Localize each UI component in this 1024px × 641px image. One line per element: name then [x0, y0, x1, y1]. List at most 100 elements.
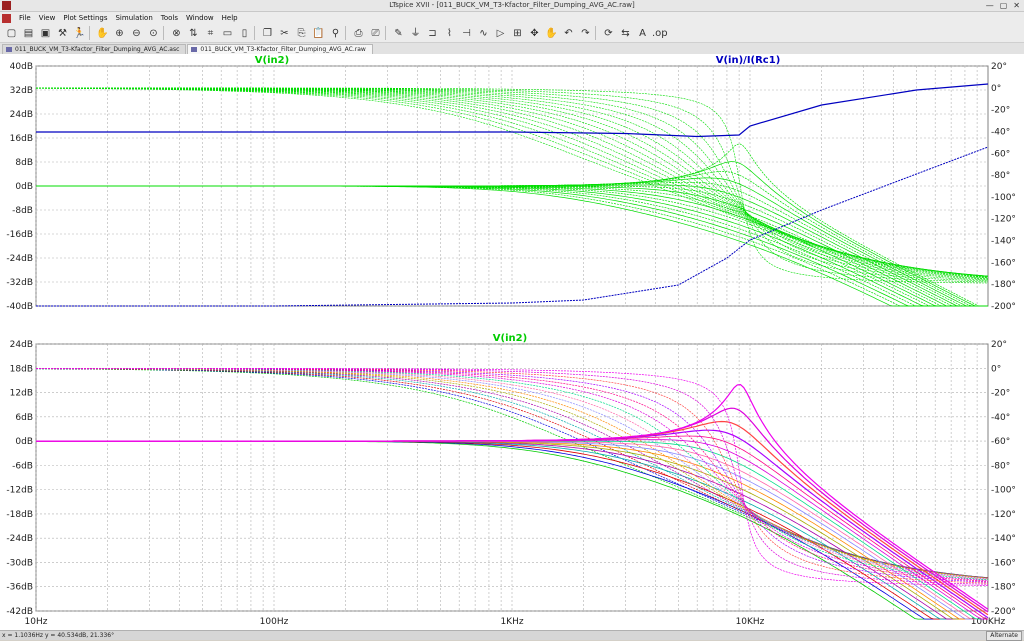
move-icon[interactable]: ✥	[527, 26, 542, 41]
y-tick-label: 24dB	[10, 340, 33, 350]
y2-tick-label: -40°	[991, 127, 1010, 137]
y-tick-label: -32dB	[6, 278, 33, 288]
y2-tick-label: -140°	[991, 237, 1016, 247]
y-tick-label: -30dB	[6, 558, 33, 568]
toolbar-separator	[254, 26, 258, 40]
tile-vertical-icon[interactable]: ▯	[237, 26, 252, 41]
y-tick-label: -42dB	[6, 607, 33, 617]
x-tick-label: 1KHz	[500, 617, 523, 627]
y-tick-label: 24dB	[10, 110, 33, 120]
resistor-icon[interactable]: ⌇	[442, 26, 457, 41]
cursor-readout: x = 1.1036Hz y = 40.534dB, 21.336°	[2, 632, 115, 639]
status-bar: x = 1.1036Hz y = 40.534dB, 21.336° Alter…	[0, 630, 1024, 641]
y-tick-label: 6dB	[15, 413, 33, 423]
component-icon[interactable]: ⊞	[510, 26, 525, 41]
tab-waveform[interactable]: 011_BUCK_VM_T3-Kfactor_Filter_Dumping_AV…	[187, 44, 373, 54]
text-icon[interactable]: A	[635, 26, 650, 41]
menu-plot-settings[interactable]: Plot Settings	[63, 14, 107, 22]
y2-tick-label: -60°	[991, 149, 1010, 159]
save-icon[interactable]: ▣	[38, 26, 53, 41]
print-icon[interactable]: ⎙	[351, 26, 366, 41]
y-tick-label: 0dB	[15, 182, 33, 192]
menu-file[interactable]: File	[19, 14, 31, 22]
x-tick-label: 10Hz	[25, 617, 48, 627]
y-tick-label: -12dB	[6, 486, 33, 496]
autorange-icon[interactable]: ⇅	[186, 26, 201, 41]
y2-tick-label: -80°	[991, 461, 1010, 471]
y2-tick-label: -180°	[991, 583, 1016, 593]
tab-schematic[interactable]: 011_BUCK_VM_T3-Kfactor_Filter_Dumping_AV…	[2, 44, 187, 54]
find-icon[interactable]: ⚲	[328, 26, 343, 41]
y2-tick-label: -140°	[991, 534, 1016, 544]
zoom-cancel-icon[interactable]: ⊗	[169, 26, 184, 41]
y2-tick-label: -20°	[991, 389, 1010, 399]
copy-icon[interactable]: ⎘	[294, 26, 309, 41]
zoom-in-icon[interactable]: ⊕	[112, 26, 127, 41]
y2-tick-label: 0°	[991, 84, 1001, 94]
y-tick-label: 18dB	[10, 364, 33, 374]
window-title: LTspice XVII - [011_BUCK_VM_T3-Kfactor_F…	[389, 1, 635, 9]
y2-tick-label: -20°	[991, 106, 1010, 116]
y2-tick-label: -160°	[991, 558, 1016, 568]
title-bar: LTspice XVII - [011_BUCK_VM_T3-Kfactor_F…	[0, 0, 1024, 12]
y-tick-label: -16dB	[6, 230, 33, 240]
close-button[interactable]: ✕	[1013, 0, 1020, 12]
menu-view[interactable]: View	[39, 14, 56, 22]
menu-tools[interactable]: Tools	[161, 14, 178, 22]
tile-horizontal-icon[interactable]: ▭	[220, 26, 235, 41]
y2-tick-label: -120°	[991, 215, 1016, 225]
halt-icon[interactable]: ✋	[95, 26, 110, 41]
tab-strip: 011_BUCK_VM_T3-Kfactor_Filter_Dumping_AV…	[0, 43, 1024, 54]
capacitor-icon[interactable]: ⊣	[459, 26, 474, 41]
menu-simulation[interactable]: Simulation	[115, 14, 152, 22]
undo-icon[interactable]: ↶	[561, 26, 576, 41]
zoom-out-icon[interactable]: ⊖	[129, 26, 144, 41]
y2-tick-label: -100°	[991, 486, 1016, 496]
control-panel-icon[interactable]: ⚒	[55, 26, 70, 41]
y2-tick-label: -60°	[991, 437, 1010, 447]
minimize-button[interactable]: —	[986, 0, 994, 12]
maximize-button[interactable]: ▢	[1000, 0, 1008, 12]
new-icon[interactable]: ▢	[4, 26, 19, 41]
open-icon[interactable]: ▤	[21, 26, 36, 41]
zoom-fit-icon[interactable]: ⊙	[146, 26, 161, 41]
x-tick-label: 10KHz	[736, 617, 765, 627]
y2-tick-label: -200°	[991, 302, 1016, 312]
cut-icon[interactable]: ✂	[277, 26, 292, 41]
paste-icon[interactable]: 📋	[311, 26, 326, 41]
y2-tick-label: 20°	[991, 340, 1007, 350]
y2-tick-label: -160°	[991, 258, 1016, 268]
y-tick-label: 40dB	[10, 62, 33, 72]
menu-help[interactable]: Help	[222, 14, 238, 22]
mirror-icon[interactable]: ⇆	[618, 26, 633, 41]
y-tick-label: -6dB	[12, 461, 33, 471]
spice-directive-icon[interactable]: .op	[652, 26, 668, 41]
plot-canvas[interactable]: 40dB 32dB 24dB 16dB 8dB 0dB -8dB -16dB -24dB -32d…	[0, 54, 1024, 630]
plot-icon[interactable]: ⌗	[203, 26, 218, 41]
label-icon[interactable]: ⊐	[425, 26, 440, 41]
diode-icon[interactable]: ▷	[493, 26, 508, 41]
rotate-icon[interactable]: ⟳	[601, 26, 616, 41]
print-setup-icon[interactable]: ⎚	[368, 26, 383, 41]
inductor-icon[interactable]: ∿	[476, 26, 491, 41]
y-tick-label: -40dB	[6, 302, 33, 312]
ground-icon[interactable]: ⏚	[408, 26, 423, 41]
cascade-icon[interactable]: ❐	[260, 26, 275, 41]
toolbar: ▢ ▤ ▣ ⚒ 🏃 ✋ ⊕ ⊖ ⊙ ⊗ ⇅ ⌗ ▭ ▯ ❐ ✂ ⎘ 📋 ⚲ ⎙ ⎚ ✎ ⏚ ⊐ ⌇ ⊣ ∿ ▷ ⊞ ✥ ✋ ↶ ↷ ⟳ ⇆ A .op	[0, 24, 1024, 43]
menu-window[interactable]: Window	[186, 14, 214, 22]
toolbar-separator	[595, 26, 599, 40]
wire-icon[interactable]: ✎	[391, 26, 406, 41]
y2-tick-label: -80°	[991, 171, 1010, 181]
y2-tick-label: 0°	[991, 364, 1001, 374]
redo-icon[interactable]: ↷	[578, 26, 593, 41]
run-icon[interactable]: 🏃	[72, 26, 87, 41]
menu-bar: File View Plot Settings Simulation Tools…	[0, 12, 1024, 24]
waveform-viewer[interactable]: 40dB 32dB 24dB 16dB 8dB 0dB -8dB -16dB -24dB -32d…	[0, 54, 1024, 630]
toolbar-separator	[89, 26, 93, 40]
trace-label-vin2: V(in2)	[255, 55, 289, 66]
drag-icon[interactable]: ✋	[544, 26, 559, 41]
y-tick-label: 12dB	[10, 389, 33, 399]
x-tick-label: 100Hz	[260, 617, 289, 627]
y-tick-label: 0dB	[15, 437, 33, 447]
y-tick-label: -36dB	[6, 583, 33, 593]
